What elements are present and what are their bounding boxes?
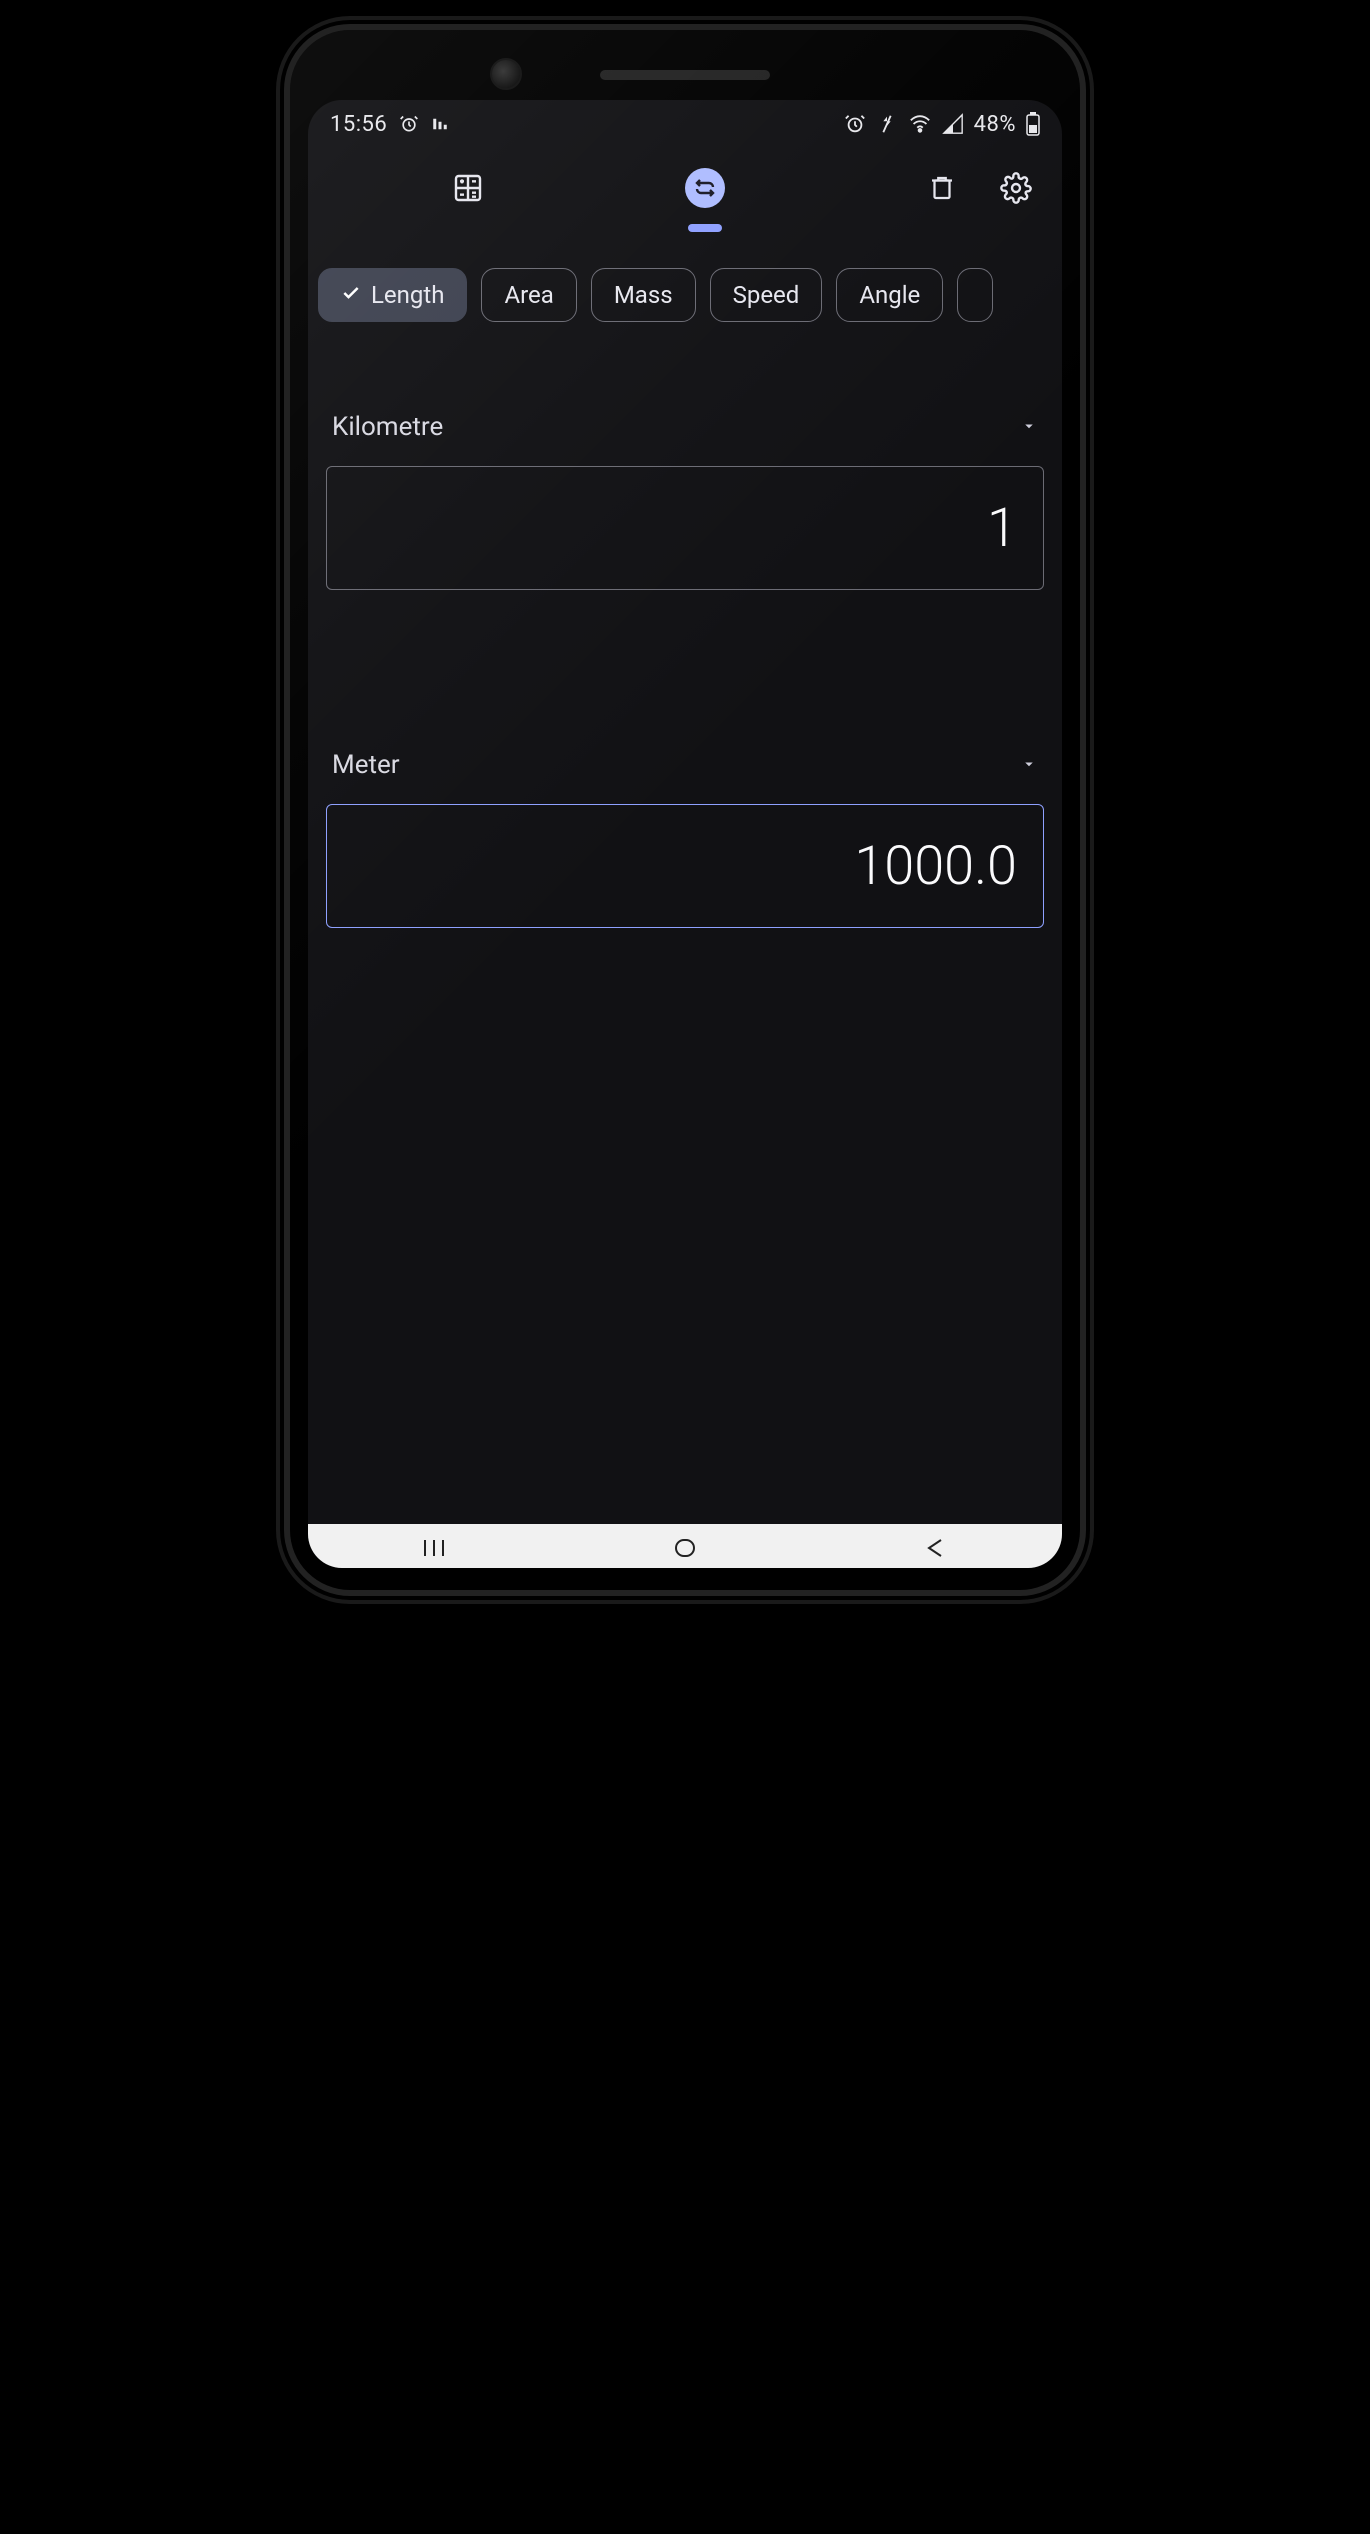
vibrate-icon xyxy=(876,113,898,135)
chip-label: Speed xyxy=(733,281,800,309)
alarm-icon xyxy=(844,113,866,135)
phone-speaker xyxy=(600,70,770,80)
check-icon xyxy=(341,281,361,309)
android-nav-bar xyxy=(308,1524,1062,1568)
wifi-icon xyxy=(908,113,932,135)
chip-label: Mass xyxy=(614,281,673,309)
recent-apps-button[interactable] xyxy=(419,1536,449,1564)
to-value: 1000.0 xyxy=(854,835,1017,898)
home-button[interactable] xyxy=(670,1536,700,1564)
alarm-set-icon xyxy=(399,114,419,134)
settings-button[interactable] xyxy=(988,160,1044,216)
active-tab-indicator xyxy=(688,224,722,232)
app-toolbar xyxy=(308,148,1062,228)
delete-button[interactable] xyxy=(914,160,970,216)
signal-icon xyxy=(942,113,964,135)
to-unit-selector[interactable]: Meter xyxy=(326,750,1044,804)
chip-label: Angle xyxy=(859,281,920,309)
calculator-tab[interactable] xyxy=(440,160,496,216)
chevron-down-icon xyxy=(1020,412,1038,442)
chip-label: Area xyxy=(504,281,553,309)
converter-body: Kilometre 1 Meter 1000.0 xyxy=(308,322,1062,928)
status-bar: 15:56 xyxy=(308,100,1062,148)
category-chip-area[interactable]: Area xyxy=(481,268,576,322)
battery-icon xyxy=(1026,112,1040,136)
chevron-down-icon xyxy=(1020,750,1038,780)
status-battery-text: 48% xyxy=(974,112,1016,137)
category-chip-speed[interactable]: Speed xyxy=(710,268,823,322)
to-unit-label: Meter xyxy=(332,750,400,780)
phone-frame: 15:56 xyxy=(290,30,1080,1590)
converter-tab[interactable] xyxy=(685,168,725,208)
chip-label: Length xyxy=(371,281,444,309)
category-chip-more[interactable] xyxy=(957,268,993,322)
back-button[interactable] xyxy=(921,1536,951,1564)
category-chip-mass[interactable]: Mass xyxy=(591,268,696,322)
from-value: 1 xyxy=(987,497,1017,560)
misc-status-icon xyxy=(431,115,449,133)
category-chip-length[interactable]: Length xyxy=(318,268,467,322)
from-unit-selector[interactable]: Kilometre xyxy=(326,412,1044,466)
to-value-input[interactable]: 1000.0 xyxy=(326,804,1044,928)
from-value-input[interactable]: 1 xyxy=(326,466,1044,590)
category-chip-row[interactable]: Length Area Mass Speed Angle xyxy=(308,228,1062,322)
phone-camera xyxy=(490,58,522,90)
app-screen: 15:56 xyxy=(308,100,1062,1568)
status-time: 15:56 xyxy=(330,112,387,137)
from-unit-label: Kilometre xyxy=(332,412,443,442)
category-chip-angle[interactable]: Angle xyxy=(836,268,943,322)
